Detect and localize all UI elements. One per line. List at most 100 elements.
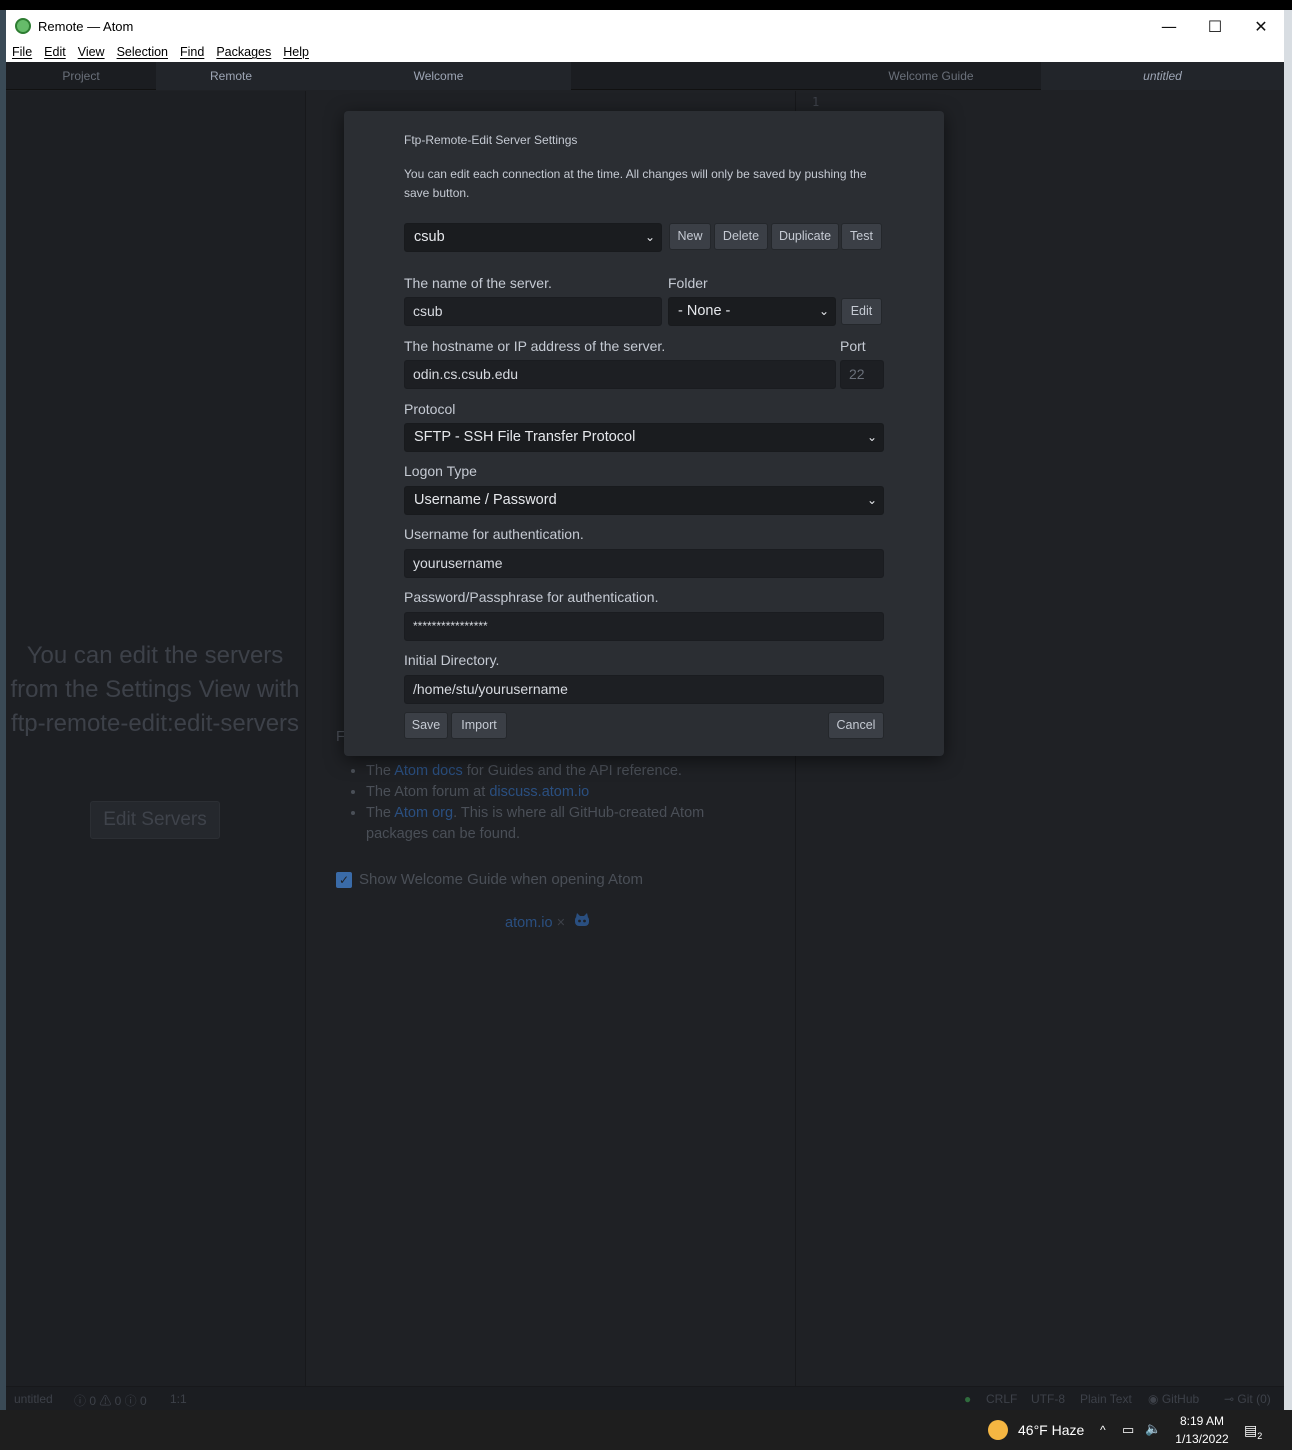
- server-name-input[interactable]: csub: [404, 297, 662, 326]
- clock[interactable]: 8:19 AM 1/13/2022: [1168, 1412, 1236, 1448]
- notifications-icon[interactable]: ▤2: [1244, 1410, 1262, 1450]
- maximize-button[interactable]: ☐: [1192, 10, 1238, 42]
- folder-edit-button[interactable]: Edit: [841, 298, 882, 325]
- atom-io-link[interactable]: atom.io: [505, 915, 553, 931]
- protocol-label: Protocol: [404, 401, 456, 417]
- new-button[interactable]: New: [669, 223, 711, 250]
- status-grammar[interactable]: Plain Text: [1080, 1392, 1132, 1406]
- menu-edit[interactable]: Edit: [44, 45, 66, 59]
- window-title: Remote — Atom: [38, 18, 134, 34]
- folder-select[interactable]: - None - ⌄: [668, 297, 836, 326]
- port-input[interactable]: 22: [840, 360, 884, 389]
- password-label: Password/Passphrase for authentication.: [404, 589, 659, 605]
- chevron-down-icon: ⌄: [866, 430, 877, 444]
- delete-button[interactable]: Delete: [714, 223, 768, 250]
- menu-help[interactable]: Help: [283, 45, 309, 59]
- hostname-label: The hostname or IP address of the server…: [404, 338, 666, 354]
- list-item: The Atom docs for Guides and the API ref…: [366, 761, 766, 782]
- chevron-down-icon: ⌄: [818, 304, 829, 318]
- server-select[interactable]: csub ⌄: [404, 223, 662, 252]
- menu-selection[interactable]: Selection: [117, 45, 168, 59]
- logon-type-label: Logon Type: [404, 463, 477, 479]
- tray-chevron-icon[interactable]: ^: [1100, 1410, 1106, 1450]
- status-git[interactable]: ⊸ Git (0): [1224, 1392, 1271, 1406]
- server-select-value: csub: [414, 229, 445, 245]
- network-icon[interactable]: ▭: [1122, 1410, 1134, 1450]
- menu-file[interactable]: File: [12, 45, 32, 59]
- chevron-down-icon: ⌄: [644, 230, 655, 244]
- discuss-atom-link[interactable]: discuss.atom.io: [489, 784, 589, 800]
- logon-type-select[interactable]: Username / Password ⌄: [404, 486, 884, 515]
- server-settings-dialog: Ftp-Remote-Edit Server Settings You can …: [344, 111, 944, 756]
- test-button[interactable]: Test: [841, 223, 882, 250]
- remote-panel: You can edit the servers from the Settin…: [6, 91, 306, 1386]
- menu-packages[interactable]: Packages: [216, 45, 271, 59]
- status-github[interactable]: ◉ GitHub: [1148, 1392, 1199, 1406]
- github-icon: ◉: [1148, 1392, 1159, 1406]
- hostname-input[interactable]: odin.cs.csub.edu: [404, 360, 836, 389]
- git-commit-icon: ⊸: [1224, 1392, 1235, 1406]
- menu-view[interactable]: View: [78, 45, 105, 59]
- edit-servers-button[interactable]: Edit Servers: [90, 801, 220, 839]
- clock-time: 8:19 AM: [1179, 1414, 1225, 1428]
- atom-window: Remote — Atom — ☐ ✕ File Edit View Selec…: [6, 10, 1284, 1410]
- clock-date: 1/13/2022: [1175, 1432, 1229, 1446]
- username-label: Username for authentication.: [404, 526, 584, 542]
- chevron-down-icon: ⌄: [866, 493, 877, 507]
- save-button[interactable]: Save: [404, 712, 448, 739]
- close-button[interactable]: ✕: [1238, 10, 1284, 42]
- server-name-label: The name of the server.: [404, 275, 552, 291]
- menu-bar: File Edit View Selection Find Packages H…: [6, 42, 1284, 62]
- tab-welcome[interactable]: Welcome: [306, 62, 571, 90]
- weather-icon: [988, 1420, 1008, 1440]
- duplicate-button[interactable]: Duplicate: [771, 223, 839, 250]
- tab-bar: Project Remote Welcome Welcome Guide unt…: [6, 62, 1284, 90]
- atom-org-link[interactable]: Atom org: [394, 805, 453, 821]
- initial-directory-label: Initial Directory.: [404, 652, 500, 668]
- weather-text[interactable]: 46°F Haze: [1018, 1410, 1084, 1450]
- initial-directory-input[interactable]: /home/stu/yourusername: [404, 675, 884, 704]
- tab-project[interactable]: Project: [6, 62, 156, 90]
- title-bar: Remote — Atom — ☐ ✕: [6, 10, 1284, 42]
- folder-select-value: - None -: [678, 303, 731, 319]
- cancel-button[interactable]: Cancel: [828, 712, 884, 739]
- status-file-name[interactable]: untitled: [14, 1392, 53, 1406]
- line-number: 1: [812, 95, 820, 109]
- dialog-description: You can edit each connection at the time…: [404, 167, 867, 200]
- list-item: The Atom forum at discuss.atom.io: [366, 782, 766, 803]
- protocol-select-value: SFTP - SSH File Transfer Protocol: [414, 429, 636, 445]
- atom-docs-link[interactable]: Atom docs: [394, 763, 463, 779]
- status-dot-icon: ●: [964, 1392, 972, 1406]
- show-welcome-guide-checkbox[interactable]: ✓ Show Welcome Guide when opening Atom: [336, 871, 643, 888]
- volume-icon[interactable]: 🔈: [1145, 1410, 1161, 1450]
- status-encoding[interactable]: UTF-8: [1031, 1392, 1065, 1406]
- remote-panel-message: You can edit the servers from the Settin…: [10, 642, 300, 737]
- status-bar: untitled ⓘ 0 ⚠ 0 ⓘ 0 1:1 ● CRLF UTF-8 Pl…: [6, 1386, 1284, 1410]
- welcome-resources-list: The Atom docs for Guides and the API ref…: [346, 761, 766, 845]
- password-input[interactable]: ****************: [404, 612, 884, 641]
- checkmark-icon: ✓: [336, 871, 352, 888]
- import-button[interactable]: Import: [451, 712, 507, 739]
- status-diagnostics[interactable]: ⓘ 0 ⚠ 0 ⓘ 0: [74, 1392, 147, 1409]
- show-welcome-guide-label: Show Welcome Guide when opening Atom: [359, 871, 644, 888]
- footer-separator: ×: [556, 915, 566, 931]
- status-cursor-position[interactable]: 1:1: [170, 1392, 187, 1406]
- atom-app-icon: [15, 18, 31, 34]
- tab-untitled[interactable]: untitled: [1041, 62, 1284, 90]
- welcome-footer: atom.io ×: [505, 913, 591, 931]
- protocol-select[interactable]: SFTP - SSH File Transfer Protocol ⌄: [404, 423, 884, 452]
- windows-taskbar: 46°F Haze ^ ▭ 🔈 8:19 AM 1/13/2022 ▤2: [0, 1410, 1292, 1450]
- desktop-edge-right: [1284, 10, 1292, 1410]
- logon-type-select-value: Username / Password: [414, 492, 557, 508]
- username-input[interactable]: yourusername: [404, 549, 884, 578]
- minimize-button[interactable]: —: [1146, 10, 1192, 42]
- port-label: Port: [840, 338, 866, 354]
- octocat-icon[interactable]: [569, 913, 591, 931]
- list-item: The Atom org. This is where all GitHub-c…: [366, 803, 766, 845]
- tab-remote[interactable]: Remote: [156, 62, 306, 90]
- menu-find[interactable]: Find: [180, 45, 204, 59]
- dialog-title: Ftp-Remote-Edit Server Settings: [404, 133, 578, 147]
- folder-label: Folder: [668, 275, 708, 291]
- tab-welcome-guide[interactable]: Welcome Guide: [821, 62, 1041, 90]
- status-line-ending[interactable]: CRLF: [986, 1392, 1017, 1406]
